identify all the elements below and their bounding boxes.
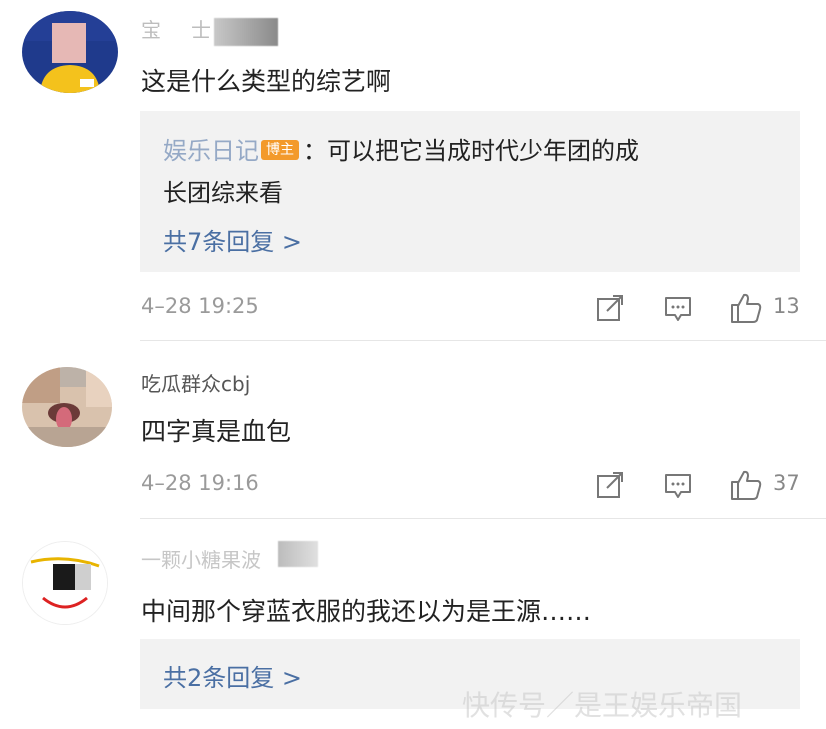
avatar-image-icon [23,542,107,624]
like-icon[interactable] [729,291,763,325]
more-replies-link[interactable]: 共2条回复 > [163,658,302,693]
reply-line-1: 娱乐日记 博主 ：可以把它当成时代少年团的成 [163,131,639,166]
share-icon[interactable] [595,470,625,500]
comment-time: 4–28 19:16 [141,471,259,495]
like-count: 13 [773,294,800,318]
avatar[interactable] [22,367,112,447]
avatar[interactable] [22,11,118,93]
comment-2: 吃瓜群众cbj 四字真是血包 4–28 19:16 37 [0,342,826,519]
comment-username[interactable]: 吃瓜群众cbj [141,368,250,397]
blogger-badge: 博主 [261,140,299,160]
comment-1: 宝士 这是什么类型的综艺啊 娱乐日记 博主 ：可以把它当成时代少年团的成 长团综来看… [0,0,826,342]
like-count: 37 [773,471,800,495]
reply-line-2: 长团综来看 [163,179,283,207]
avatar-image-icon [22,367,112,447]
share-icon[interactable] [595,293,625,323]
avatar[interactable] [22,541,108,625]
comment-meta: 4–28 19:16 37 [0,465,826,505]
reply-author[interactable]: 娱乐日记 [163,137,259,165]
comment-icon[interactable] [663,293,693,323]
reply-preview[interactable]: 娱乐日记 博主 ：可以把它当成时代少年团的成 长团综来看 共7条回复 > [140,111,800,272]
divider [140,340,826,341]
comment-username[interactable]: 一颗小糖果波 [141,544,261,573]
watermark: 快传号／是王娱乐帝国 [462,689,743,722]
username-mosaic [214,18,278,46]
comment-icon[interactable] [663,470,693,500]
comment-time: 4–28 19:25 [141,294,259,318]
comment-text: 这是什么类型的综艺啊 [141,67,392,96]
comment-text: 中间那个穿蓝衣服的我还以为是王源…… [141,597,592,626]
username-mosaic [278,541,318,567]
comment-text: 四字真是血包 [141,417,292,446]
more-replies-link[interactable]: 共7条回复 > [163,222,302,257]
comment-meta: 4–28 19:25 13 [0,288,826,328]
reply-content: ：可以把它当成时代少年团的成 [303,137,639,165]
avatar-image-icon [22,11,118,93]
like-icon[interactable] [729,468,763,502]
